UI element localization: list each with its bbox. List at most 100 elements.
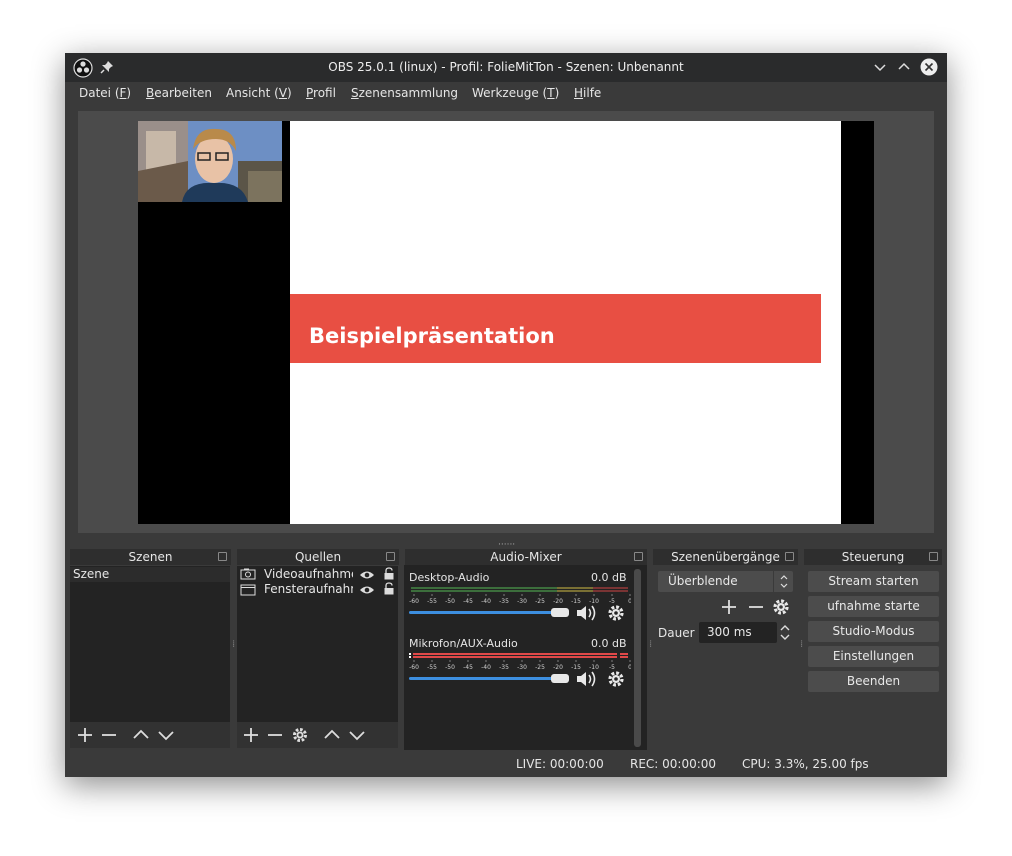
meter-peak	[409, 653, 411, 655]
meter-green	[411, 590, 557, 592]
meter-red	[413, 656, 617, 658]
channel-level: 0.0 dB	[591, 637, 627, 650]
volume-slider-handle[interactable]	[551, 608, 569, 617]
meter-tick-label: -20	[553, 598, 563, 604]
obs-window: OBS 25.0.1 (linux) - Profil: FolieMitTon…	[65, 53, 947, 777]
sources-dock-title: Quellen	[237, 549, 399, 565]
undock-icon[interactable]	[218, 552, 227, 561]
meter-tick-label: -60	[409, 664, 419, 670]
meter-yellow	[557, 587, 593, 589]
meter-red	[413, 653, 617, 655]
window-icon	[240, 584, 256, 599]
webcam-source[interactable]	[138, 121, 282, 202]
controls-dock-title: Steuerung	[804, 549, 942, 565]
undock-icon[interactable]	[634, 552, 643, 561]
add-scene-icon[interactable]	[76, 726, 94, 747]
lock-icon[interactable]	[383, 582, 395, 598]
close-icon[interactable]	[920, 58, 938, 79]
chevron-updown-icon	[773, 571, 793, 592]
lock-icon[interactable]	[383, 567, 395, 583]
undock-icon[interactable]	[929, 552, 938, 561]
scenes-dock-title: Szenen	[70, 549, 231, 565]
menu-werkzeuge[interactable]: Werkzeuge (T)	[472, 86, 559, 100]
channel-name: Mikrofon/AUX-Audio	[409, 637, 518, 650]
gear-icon[interactable]	[607, 670, 625, 691]
dock-grip[interactable]: ⁞	[232, 640, 236, 650]
studio-mode-button[interactable]: Studio-Modus	[808, 621, 939, 642]
dock-grip[interactable]: ⁞	[800, 640, 804, 650]
menu-bearbeiten[interactable]: Bearbeiten	[146, 86, 212, 100]
menu-szenensammlung[interactable]: Szenensammlung	[351, 86, 458, 100]
visibility-eye-icon[interactable]	[359, 584, 375, 598]
source-item-video[interactable]: Videoaufnahmegerät	[264, 567, 353, 582]
source-item-window[interactable]: Fensteraufnahme	[264, 582, 353, 597]
speaker-icon[interactable]	[575, 669, 599, 692]
volume-slider-handle[interactable]	[551, 674, 569, 683]
transitions-dock-title: Szenenübergänge	[653, 549, 798, 565]
menu-ansicht[interactable]: Ansicht (V)	[226, 86, 292, 100]
duration-spinner-icon[interactable]	[778, 622, 792, 646]
speaker-icon[interactable]	[575, 603, 599, 626]
meter-tick-label: -30	[517, 664, 527, 670]
scenes-list[interactable]: Szene	[70, 566, 230, 722]
exit-button[interactable]: Beenden	[808, 671, 939, 692]
meter-tick-label: -50	[445, 598, 455, 604]
duration-input[interactable]: 300 ms	[699, 622, 777, 643]
duration-label: Dauer	[658, 626, 695, 640]
meter-tick-label: -35	[499, 598, 509, 604]
status-bar: LIVE: 00:00:00 REC: 00:00:00 CPU: 3.3%, …	[65, 752, 947, 777]
meter-red	[620, 656, 628, 658]
meter-tick-label: -40	[481, 598, 491, 604]
add-transition-icon[interactable]	[720, 598, 738, 619]
dock-grip[interactable]: ⁞	[649, 640, 653, 650]
move-up-icon[interactable]	[132, 726, 150, 747]
title-bar: OBS 25.0.1 (linux) - Profil: FolieMitTon…	[65, 53, 947, 82]
remove-scene-icon[interactable]	[100, 726, 118, 747]
move-down-icon[interactable]	[157, 726, 175, 747]
meter-tick-label: -30	[517, 598, 527, 604]
meter-yellow	[557, 590, 593, 592]
move-down-icon[interactable]	[348, 726, 366, 747]
menu-hilfe[interactable]: Hilfe	[574, 86, 601, 100]
record-start-button[interactable]: ufnahme starte	[808, 596, 939, 617]
visibility-eye-icon[interactable]	[359, 569, 375, 583]
sources-toolbar	[237, 722, 398, 748]
meter-tick-label: -25	[535, 598, 545, 604]
gear-icon[interactable]	[607, 604, 625, 625]
transition-gear-icon[interactable]	[772, 598, 790, 619]
menu-bar: Datei (F) Bearbeiten Ansicht (V) Profil …	[65, 82, 947, 106]
mixer-scrollbar[interactable]	[634, 569, 641, 747]
meter-red	[593, 590, 628, 592]
meter-green	[411, 587, 557, 589]
meter-tick-label: -40	[481, 664, 491, 670]
meter-tick-label: -45	[463, 598, 473, 604]
channel-name: Desktop-Audio	[409, 571, 490, 584]
undock-icon[interactable]	[785, 552, 794, 561]
meter-tick-label: -50	[445, 664, 455, 670]
camera-icon	[240, 568, 256, 583]
sources-list[interactable]: Videoaufnahmegerät Fensteraufnahme	[237, 566, 398, 722]
minimize-icon[interactable]	[873, 60, 887, 77]
transition-select[interactable]: Überblende	[658, 571, 793, 592]
menu-profil[interactable]: Profil	[306, 86, 336, 100]
meter-red	[620, 653, 628, 655]
mixer-dock-title: Audio-Mixer	[405, 549, 647, 565]
stream-start-button[interactable]: Stream starten	[808, 571, 939, 592]
move-up-icon[interactable]	[323, 726, 341, 747]
meter-tick-label: -20	[553, 664, 563, 670]
menu-datei[interactable]: Datei (F)	[79, 86, 131, 100]
remove-transition-icon[interactable]	[747, 598, 765, 619]
add-source-icon[interactable]	[242, 726, 260, 747]
scene-item[interactable]: Szene	[70, 567, 230, 582]
meter-tick-label: 0	[628, 598, 631, 604]
undock-icon[interactable]	[386, 552, 395, 561]
meter-tick-label: 0	[628, 664, 631, 670]
maximize-icon[interactable]	[897, 60, 911, 77]
volume-slider[interactable]	[409, 611, 565, 614]
remove-source-icon[interactable]	[266, 726, 284, 747]
volume-slider[interactable]	[409, 677, 565, 680]
source-properties-gear-icon[interactable]	[291, 726, 309, 747]
settings-button[interactable]: Einstellungen	[808, 646, 939, 667]
meter-tick-label: -55	[427, 664, 437, 670]
rec-status: REC: 00:00:00	[630, 757, 717, 771]
